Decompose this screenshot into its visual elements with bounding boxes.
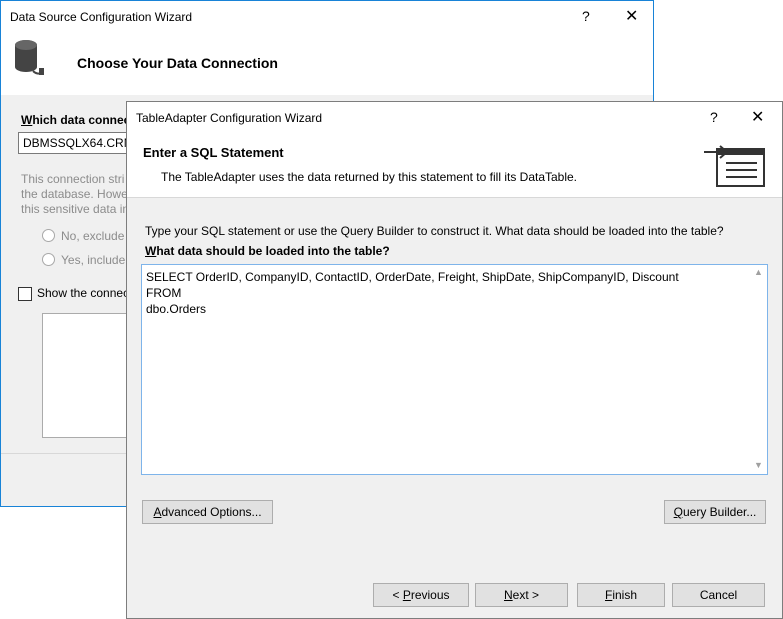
show-connection-checkbox[interactable]	[18, 287, 32, 301]
advanced-options-button[interactable]: Advanced Options...	[142, 500, 273, 524]
back-window-title: Data Source Configuration Wizard	[10, 10, 193, 24]
next-button[interactable]: Next >	[475, 583, 568, 607]
show-connection-label: Show the connec	[37, 286, 130, 300]
previous-button[interactable]: < Previous	[373, 583, 469, 607]
query-label: What data should be loaded into the tabl…	[145, 244, 390, 258]
scroll-up-icon[interactable]: ▲	[754, 267, 763, 277]
back-help-button[interactable]: ?	[582, 8, 590, 24]
front-window-title: TableAdapter Configuration Wizard	[136, 111, 323, 125]
radio-include[interactable]	[42, 253, 55, 266]
front-close-button[interactable]: ✕	[751, 107, 764, 127]
front-help-button[interactable]: ?	[710, 109, 718, 125]
sql-text: SELECT OrderID, CompanyID, ContactID, Or…	[146, 270, 679, 316]
sql-statement-icon	[704, 145, 765, 187]
radio-include-label: Yes, include	[61, 253, 126, 267]
tableadapter-wizard-window: TableAdapter Configuration Wizard ? ✕ En…	[126, 101, 783, 619]
query-builder-button[interactable]: Query Builder...	[664, 500, 766, 524]
cancel-button[interactable]: Cancel	[672, 583, 765, 607]
connection-combobox[interactable]: DBMSSQLX64.CRM_	[18, 132, 138, 154]
database-icon	[15, 40, 44, 75]
scroll-down-icon[interactable]: ▼	[754, 460, 763, 470]
instructions-text: Type your SQL statement or use the Query…	[145, 224, 724, 238]
front-header-title: Enter a SQL Statement	[143, 145, 284, 160]
back-close-button[interactable]: ✕	[625, 6, 638, 26]
sql-vertical-scrollbar[interactable]: ▲ ▼	[751, 265, 767, 474]
sql-statement-textarea[interactable]: SELECT OrderID, CompanyID, ContactID, Or…	[141, 264, 768, 475]
radio-exclude[interactable]	[42, 229, 55, 242]
finish-button[interactable]: Finish	[577, 583, 665, 607]
back-header-title: Choose Your Data Connection	[77, 55, 278, 71]
connection-description: This connection stri the database. Howe …	[21, 172, 130, 216]
front-header-subtitle: The TableAdapter uses the data returned …	[161, 170, 578, 184]
connection-label: Which data connec	[21, 113, 131, 127]
front-header	[127, 133, 782, 198]
radio-exclude-label: No, exclude	[61, 229, 125, 243]
